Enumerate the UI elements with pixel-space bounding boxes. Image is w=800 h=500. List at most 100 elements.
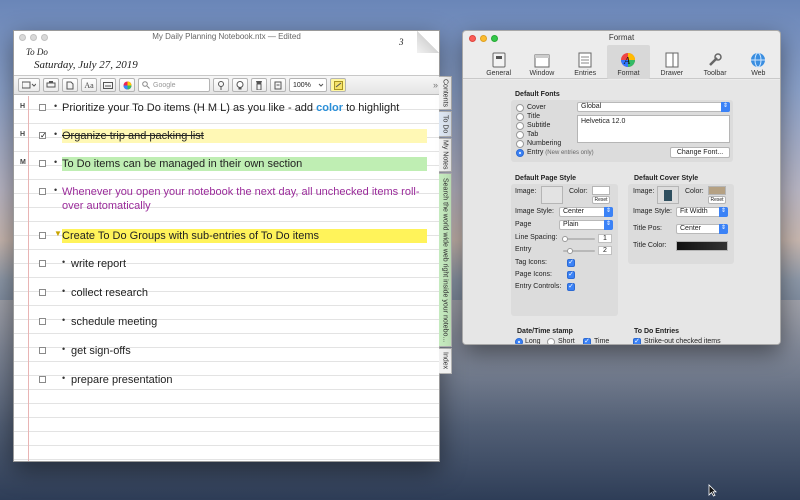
tag-icons-checkbox[interactable]: ✓ bbox=[567, 259, 575, 267]
radio-entry[interactable] bbox=[516, 149, 524, 157]
search-field[interactable]: Google bbox=[138, 78, 210, 92]
tab-format[interactable]: A Format bbox=[606, 45, 651, 79]
radio-numbering[interactable] bbox=[516, 140, 524, 148]
page-reset-button[interactable]: Reset bbox=[592, 196, 610, 204]
todo-checkbox-checked[interactable]: ✓ bbox=[39, 132, 47, 140]
attach-button[interactable] bbox=[251, 78, 267, 92]
page-icons-checkbox[interactable]: ✓ bbox=[567, 271, 575, 279]
toolbar-overflow-button[interactable]: » bbox=[433, 80, 438, 90]
radio-short[interactable] bbox=[547, 338, 555, 344]
radio-subtitle[interactable] bbox=[516, 122, 524, 130]
todo-checkbox[interactable] bbox=[39, 188, 46, 195]
page-image-style-select[interactable]: Center ⇕ bbox=[559, 207, 613, 217]
tag-button[interactable] bbox=[270, 78, 286, 92]
cover-image-style-select[interactable]: Fit Width ⇕ bbox=[676, 207, 728, 217]
entry-controls-checkbox[interactable]: ✓ bbox=[567, 283, 575, 291]
close-button[interactable] bbox=[469, 35, 476, 42]
zoom-select[interactable]: 100% bbox=[289, 78, 327, 92]
new-page-button[interactable] bbox=[62, 78, 78, 92]
entry-spacing-knob[interactable] bbox=[567, 248, 573, 254]
cover-image-well[interactable] bbox=[657, 186, 679, 204]
color-button[interactable] bbox=[119, 78, 135, 92]
entry-option-text: Entry bbox=[527, 149, 544, 156]
entry-color-word: color bbox=[316, 102, 344, 114]
view-menu-button[interactable] bbox=[18, 78, 40, 92]
entry-text: get sign-offs bbox=[71, 345, 131, 357]
todo-checkbox[interactable] bbox=[39, 232, 46, 239]
radio-tab[interactable] bbox=[516, 131, 524, 139]
radio-cover[interactable] bbox=[516, 104, 524, 112]
tab-my-notes[interactable]: My Notes bbox=[439, 138, 452, 172]
tab-general[interactable]: General bbox=[477, 45, 520, 79]
page-color-well[interactable] bbox=[592, 186, 610, 195]
zoom-value: 100% bbox=[293, 81, 311, 89]
tab-contents[interactable]: Contents bbox=[439, 76, 452, 110]
line-spacing-knob[interactable] bbox=[562, 236, 568, 242]
todo-checkbox[interactable] bbox=[39, 289, 46, 296]
font-button[interactable]: Aa bbox=[81, 78, 97, 92]
idea-button[interactable] bbox=[232, 78, 248, 92]
todo-checkbox[interactable] bbox=[39, 318, 46, 325]
entry-text: prepare presentation bbox=[71, 374, 173, 386]
radio-long[interactable] bbox=[515, 338, 523, 344]
flashlight-icon bbox=[256, 80, 262, 90]
globe-icon bbox=[751, 52, 766, 68]
title-color-label: Title Color: bbox=[633, 242, 667, 249]
entries-icon bbox=[578, 52, 592, 68]
notebook-page[interactable]: H • Prioritize your To Do items (H M L) … bbox=[14, 96, 439, 461]
chevron-updown-icon: ⇕ bbox=[719, 207, 728, 217]
tab-web[interactable]: Web bbox=[737, 45, 780, 79]
entry-spacing-value[interactable]: 2 bbox=[598, 246, 612, 255]
tab-web-search[interactable]: Search the world wide web right inside y… bbox=[439, 173, 452, 347]
todo-checkbox[interactable] bbox=[39, 347, 46, 354]
window-controls[interactable] bbox=[19, 34, 48, 41]
lightbulb-icon bbox=[236, 80, 244, 89]
chevron-down-icon bbox=[318, 83, 324, 87]
print-button[interactable] bbox=[43, 78, 59, 92]
wrench-icon bbox=[709, 53, 722, 66]
pin-button[interactable] bbox=[213, 78, 229, 92]
title-pos-select[interactable]: Center ⇕ bbox=[676, 224, 728, 234]
page-image-well[interactable] bbox=[541, 186, 563, 204]
tab-window[interactable]: Window bbox=[520, 45, 563, 79]
font-preview-field[interactable]: Helvetica 12.0 bbox=[577, 115, 730, 143]
tab-to-do[interactable]: To Do bbox=[439, 111, 452, 137]
disclosure-triangle-icon[interactable]: ▼ bbox=[54, 229, 62, 238]
page-paper-select[interactable]: Plain ⇕ bbox=[559, 220, 613, 230]
todo-checkbox[interactable] bbox=[39, 104, 46, 111]
window-controls bbox=[469, 35, 498, 42]
bullet-icon: • bbox=[54, 101, 58, 111]
priority-label: H bbox=[20, 103, 26, 110]
line-spacing-label: Line Spacing: bbox=[515, 234, 558, 241]
page-style-title: Default Page Style bbox=[515, 175, 577, 182]
strike-out-checkbox[interactable]: ✓ bbox=[633, 338, 641, 344]
search-placeholder: Google bbox=[153, 81, 176, 89]
bullet-icon: • bbox=[54, 185, 58, 195]
tab-toolbar[interactable]: Toolbar bbox=[693, 45, 736, 79]
bullet-icon: • bbox=[54, 129, 58, 139]
todo-checkbox[interactable] bbox=[39, 376, 46, 383]
page-image-style-value: Center bbox=[563, 208, 585, 215]
change-font-button[interactable]: Change Font... bbox=[670, 147, 730, 158]
minimize-button[interactable] bbox=[480, 35, 487, 42]
note-button[interactable] bbox=[330, 78, 346, 92]
tab-index[interactable]: Index bbox=[439, 348, 452, 374]
time-checkbox[interactable]: ✓ bbox=[583, 338, 591, 344]
line-spacing-value[interactable]: 1 bbox=[598, 234, 612, 243]
page-icons-label: Page Icons: bbox=[515, 271, 552, 278]
tab-drawer[interactable]: Drawer bbox=[650, 45, 693, 79]
cover-color-well[interactable] bbox=[708, 186, 726, 195]
page-curl[interactable] bbox=[417, 31, 439, 53]
radio-title[interactable] bbox=[516, 113, 524, 121]
keyboard-button[interactable] bbox=[100, 78, 116, 92]
title-color-well[interactable] bbox=[676, 241, 728, 251]
entry-text: collect research bbox=[71, 287, 149, 299]
font-scope-select[interactable]: Global ⇕ bbox=[577, 102, 730, 112]
todo-checkbox[interactable] bbox=[39, 260, 46, 267]
entry-text: schedule meeting bbox=[71, 316, 158, 328]
tab-entries[interactable]: Entries bbox=[564, 45, 607, 79]
cover-reset-button[interactable]: Reset bbox=[708, 196, 726, 204]
entry-text: Prioritize your To Do items (H M L) as y… bbox=[62, 101, 427, 115]
zoom-button[interactable] bbox=[491, 35, 498, 42]
todo-checkbox[interactable] bbox=[39, 160, 46, 167]
